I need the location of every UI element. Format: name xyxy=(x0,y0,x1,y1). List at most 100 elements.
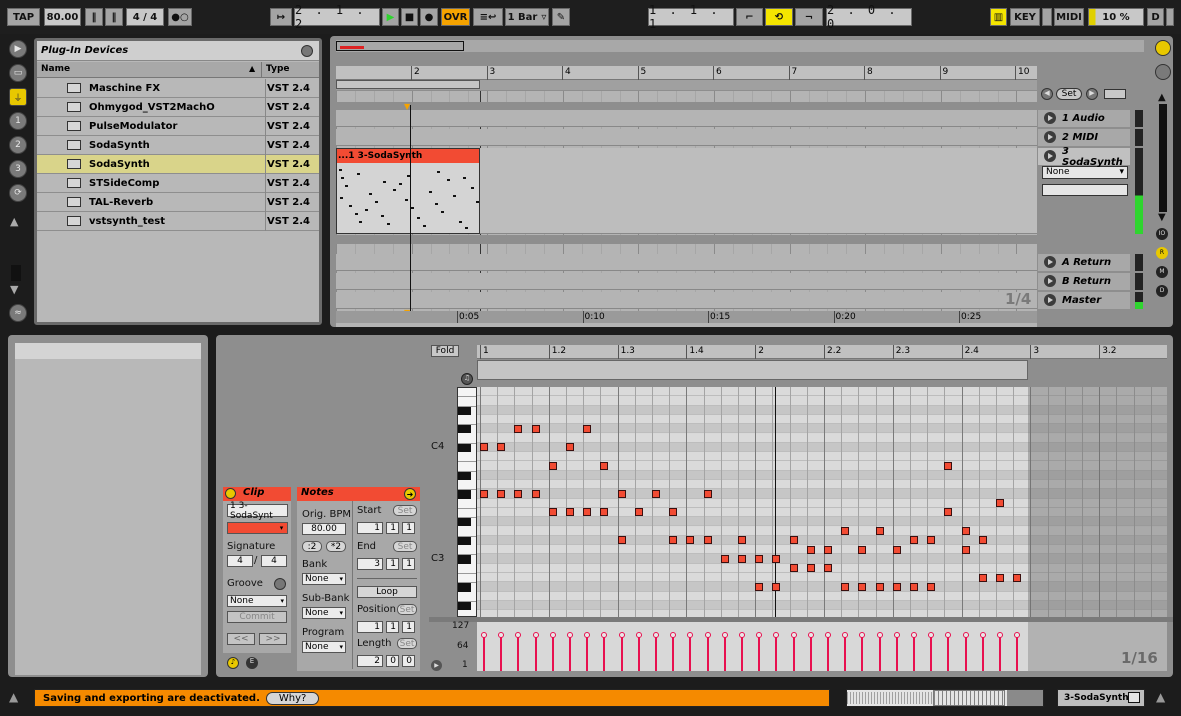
midi-note[interactable] xyxy=(600,461,609,470)
scroll-down-icon[interactable]: ▼ xyxy=(10,283,18,296)
overdub-button[interactable]: OVR xyxy=(441,8,470,26)
fold-closed-icon[interactable] xyxy=(1044,275,1056,287)
black-key[interactable] xyxy=(458,583,471,592)
start-field[interactable]: 1 xyxy=(402,522,415,534)
lock-icon[interactable] xyxy=(1104,89,1126,99)
returns-toggle-icon[interactable]: R xyxy=(1156,247,1168,259)
show-info-icon[interactable]: ▲ xyxy=(9,690,18,704)
computer-midi-keyboard-button[interactable]: ▥ xyxy=(990,8,1007,26)
arrangement-overview[interactable] xyxy=(336,40,1144,52)
velocity-handle[interactable] xyxy=(653,632,659,638)
signature-numerator[interactable]: 4 xyxy=(227,555,253,567)
velocity-handle[interactable] xyxy=(756,632,763,638)
velocity-handle[interactable] xyxy=(859,632,866,638)
midi-note[interactable] xyxy=(1013,573,1022,582)
midi-note[interactable] xyxy=(961,527,970,535)
midi-note[interactable] xyxy=(875,582,884,591)
fold-closed-icon[interactable] xyxy=(1044,256,1056,268)
return-header[interactable]: Master xyxy=(1038,292,1130,309)
velocity-lane-toggle-icon[interactable]: ▶ xyxy=(431,660,442,671)
length-field[interactable]: 2 xyxy=(357,655,383,667)
velocity-handle[interactable] xyxy=(515,632,522,638)
file-browser-1-icon[interactable]: 1 xyxy=(9,112,27,130)
clip-loop-region[interactable] xyxy=(477,360,1028,380)
fold-open-icon[interactable] xyxy=(1044,150,1056,162)
punch-in-button[interactable]: ⌐ xyxy=(736,8,763,26)
tap-button[interactable]: TAP xyxy=(7,8,40,26)
input-channel-select[interactable] xyxy=(1042,184,1128,196)
browser-options-icon[interactable] xyxy=(301,45,313,57)
clip-prev-button[interactable]: << xyxy=(227,633,255,645)
black-key[interactable] xyxy=(458,518,471,527)
locator-set-button[interactable]: Set xyxy=(1056,88,1082,100)
return-header[interactable]: A Return xyxy=(1038,254,1130,271)
midi-note[interactable] xyxy=(910,536,918,545)
notes-toggle-icon[interactable]: ♪ xyxy=(227,657,239,669)
column-name[interactable]: Name xyxy=(41,64,70,74)
position-field[interactable]: 1 xyxy=(357,621,383,633)
length-field[interactable]: 0 xyxy=(386,655,399,667)
black-key[interactable] xyxy=(458,601,471,611)
browser-item[interactable]: PulseModulator VST 2.4 xyxy=(37,117,319,136)
end-field[interactable]: 3 xyxy=(357,558,383,570)
tempo-field[interactable]: 80.00 xyxy=(44,8,81,26)
preview-headphones-icon[interactable]: ♫ xyxy=(461,373,473,385)
velocity-handle[interactable] xyxy=(928,632,935,638)
midi-note[interactable] xyxy=(910,582,918,591)
black-key[interactable] xyxy=(458,471,471,480)
midi-note[interactable] xyxy=(566,508,574,517)
browser-item[interactable]: SodaSynth VST 2.4 xyxy=(37,155,319,174)
draw-mode-button[interactable]: ✎ xyxy=(552,8,570,26)
midi-note[interactable] xyxy=(514,489,523,498)
length-set-button[interactable]: Set xyxy=(397,638,417,649)
midi-map-button[interactable]: MIDI xyxy=(1054,8,1084,26)
velocity-handle[interactable] xyxy=(739,632,745,638)
subbank-select[interactable]: None ▾ xyxy=(302,607,346,619)
velocity-handle[interactable] xyxy=(825,632,831,638)
groove-select[interactable]: None ▾ xyxy=(227,595,287,607)
midi-note[interactable] xyxy=(806,564,815,573)
midi-note[interactable] xyxy=(858,582,867,591)
black-key[interactable] xyxy=(458,536,471,546)
midi-note[interactable] xyxy=(996,499,1004,508)
midi-note[interactable] xyxy=(824,564,832,573)
midi-note[interactable] xyxy=(978,573,987,582)
midi-note[interactable] xyxy=(703,489,712,498)
track-scroll-up-icon[interactable]: ▲ xyxy=(1158,92,1166,103)
browser-item[interactable]: STSideComp VST 2.4 xyxy=(37,174,319,193)
midi-note[interactable] xyxy=(600,508,609,517)
track-scroll-down-icon[interactable]: ▼ xyxy=(1158,212,1166,223)
piano-keyboard[interactable] xyxy=(457,387,477,621)
black-key[interactable] xyxy=(458,443,471,453)
midi-note[interactable] xyxy=(497,489,506,498)
midi-note[interactable] xyxy=(961,545,970,554)
midi-note[interactable] xyxy=(548,508,557,517)
track-header[interactable]: 3 SodaSynth xyxy=(1038,146,1130,168)
loop-brace-lane[interactable] xyxy=(336,80,1037,90)
clip-name-field[interactable]: 1 3-SodaSynt xyxy=(227,501,288,521)
start-set-button[interactable]: Set xyxy=(393,505,417,516)
velocity-handle[interactable] xyxy=(773,632,780,638)
velocity-handle[interactable] xyxy=(842,632,849,638)
midi-note[interactable] xyxy=(652,489,660,498)
midi-note[interactable] xyxy=(617,489,626,498)
midi-note[interactable] xyxy=(531,489,540,498)
loop-button[interactable]: Loop xyxy=(357,586,417,598)
position-field[interactable]: 1 xyxy=(386,621,399,633)
signature-denominator[interactable]: 4 xyxy=(261,555,287,567)
velocity-handle[interactable] xyxy=(532,632,539,638)
window-icon[interactable] xyxy=(1128,692,1140,703)
arrangement-clip[interactable]: ...1 3-SodaSynth xyxy=(336,148,480,234)
stop-button[interactable]: ■ xyxy=(401,8,418,26)
browser-item[interactable]: TAL-Reverb VST 2.4 xyxy=(37,193,319,212)
velocity-handle[interactable] xyxy=(635,632,642,638)
midi-note[interactable] xyxy=(566,443,574,452)
nudge-down-button[interactable]: ‖ xyxy=(85,8,103,26)
browser-item[interactable]: vstsynth_test VST 2.4 xyxy=(37,212,319,231)
midi-note[interactable] xyxy=(772,582,781,591)
session-view-icon[interactable] xyxy=(1155,40,1171,56)
velocity-handle[interactable] xyxy=(945,632,952,638)
mixer-toggle-icon[interactable]: M xyxy=(1156,266,1168,278)
velocity-handle[interactable] xyxy=(790,632,797,638)
midi-note[interactable] xyxy=(514,424,523,433)
